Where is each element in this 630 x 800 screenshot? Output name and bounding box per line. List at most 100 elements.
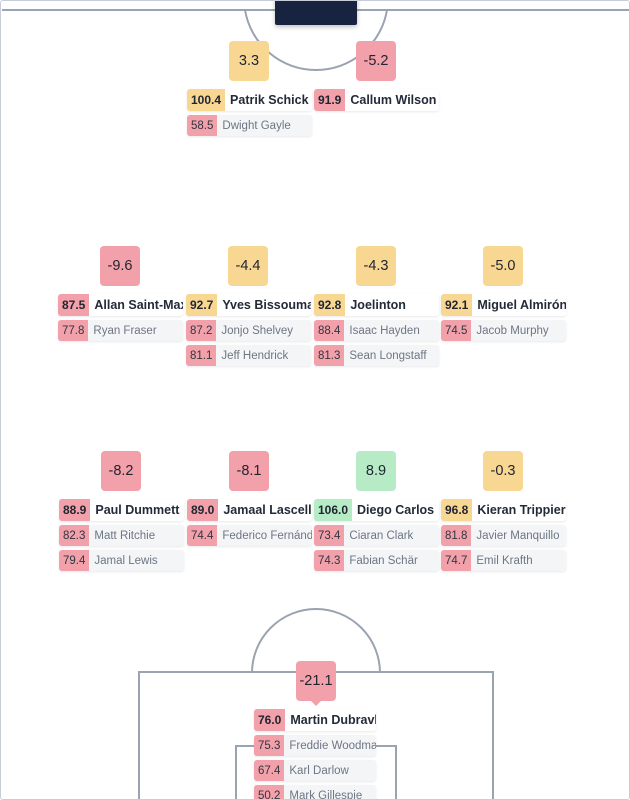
player-group-forward-2: -5.2 91.9 Callum Wilson xyxy=(314,41,439,115)
rating-badge-value: -8.2 xyxy=(108,463,134,479)
substitute-chip[interactable]: 67.4 Karl Darlow xyxy=(254,760,376,781)
player-name: Diego Carlos xyxy=(357,503,435,517)
player-name: Jeff Hendrick xyxy=(221,349,289,362)
starter-chip[interactable]: 92.7 Yves Bissouma xyxy=(186,294,311,316)
player-rating-value: 81.3 xyxy=(314,345,345,366)
lineup-pitch-card: 3.3 100.4 Patrik Schick 58.5 Dwight Gayl… xyxy=(0,0,630,800)
player-rating-value: 79.4 xyxy=(59,550,90,571)
substitute-chip[interactable]: 74.5 Jacob Murphy xyxy=(441,320,566,341)
substitute-chip[interactable]: 81.1 Jeff Hendrick xyxy=(186,345,311,366)
player-rating-value: 81.8 xyxy=(441,525,472,546)
player-name: Javier Manquillo xyxy=(476,529,560,542)
player-rating-value: 92.8 xyxy=(314,294,346,316)
rating-badge[interactable]: 8.9 xyxy=(356,451,396,491)
starter-chip[interactable]: 88.9 Paul Dummett xyxy=(59,499,184,521)
rating-badge-value: 8.9 xyxy=(365,463,387,479)
player-name: Karl Darlow xyxy=(289,764,349,777)
player-rating-value: 77.8 xyxy=(58,320,89,341)
player-rating-value: 100.4 xyxy=(187,89,226,111)
player-rating-value: 81.1 xyxy=(186,345,217,366)
player-rating-value: 74.7 xyxy=(441,550,472,571)
player-group-defence-2: -8.1 89.0 Jamaal Lascelles 74.4 Federico… xyxy=(187,451,312,550)
starter-chip[interactable]: 92.1 Miguel Almirón xyxy=(441,294,566,316)
player-rating-value: 106.0 xyxy=(314,499,353,521)
player-group-midfield-2: -4.4 92.7 Yves Bissouma 87.2 Jonjo Shelv… xyxy=(186,246,311,370)
player-group-midfield-1: -9.6 87.5 Allan Saint-Maximin 77.8 Ryan … xyxy=(58,246,183,345)
rating-badge[interactable]: -5.0 xyxy=(483,246,523,286)
player-name: Jamal Lewis xyxy=(94,554,158,567)
rating-badge[interactable]: -21.1 xyxy=(296,661,336,706)
substitute-chip[interactable]: 87.2 Jonjo Shelvey xyxy=(186,320,311,341)
player-name: Jonjo Shelvey xyxy=(221,324,293,337)
substitute-chip[interactable]: 75.3 Freddie Woodman xyxy=(254,735,376,756)
rating-badge[interactable]: -9.6 xyxy=(100,246,140,286)
player-rating-value: 75.3 xyxy=(254,735,285,756)
player-name: Jacob Murphy xyxy=(476,324,549,337)
player-group-midfield-3: -4.3 92.8 Joelinton 88.4 Isaac Hayden 81… xyxy=(314,246,439,370)
player-name: Allan Saint-Maximin xyxy=(94,298,183,312)
player-name: Dwight Gayle xyxy=(222,119,291,132)
rating-badge-value: -0.3 xyxy=(490,463,516,479)
player-name: Ryan Fraser xyxy=(93,324,157,337)
rating-badge-value: -5.0 xyxy=(490,258,516,274)
starter-chip[interactable]: 106.0 Diego Carlos xyxy=(314,499,439,521)
substitute-chip[interactable]: 81.8 Javier Manquillo xyxy=(441,525,566,546)
badge-pointer-icon xyxy=(310,700,322,706)
player-name: Jamaal Lascelles xyxy=(223,503,312,517)
substitute-chip[interactable]: 73.4 Ciaran Clark xyxy=(314,525,439,546)
substitute-chip[interactable]: 77.8 Ryan Fraser xyxy=(58,320,183,341)
starter-chip[interactable]: 91.9 Callum Wilson xyxy=(314,89,439,111)
player-rating-value: 74.3 xyxy=(314,550,345,571)
player-name: Isaac Hayden xyxy=(349,324,420,337)
starter-chip[interactable]: 96.8 Kieran Trippier xyxy=(441,499,566,521)
player-group-midfield-4: -5.0 92.1 Miguel Almirón 74.5 Jacob Murp… xyxy=(441,246,566,345)
player-rating-value: 73.4 xyxy=(314,525,345,546)
player-name: Freddie Woodman xyxy=(289,739,376,752)
player-name: Federico Fernández xyxy=(222,529,312,542)
rating-badge-value: 3.3 xyxy=(238,53,260,69)
starter-chip[interactable]: 92.8 Joelinton xyxy=(314,294,439,316)
substitute-chip[interactable]: 81.3 Sean Longstaff xyxy=(314,345,439,366)
player-group-defence-3: 8.9 106.0 Diego Carlos 73.4 Ciaran Clark… xyxy=(314,451,439,575)
player-rating-value: 74.5 xyxy=(441,320,472,341)
player-name: Martin Dubravka xyxy=(290,713,376,727)
player-rating-value: 96.8 xyxy=(441,499,473,521)
player-name: Emil Krafth xyxy=(476,554,533,567)
rating-badge-value: -5.2 xyxy=(363,53,389,69)
player-group-forward-1: 3.3 100.4 Patrik Schick 58.5 Dwight Gayl… xyxy=(187,41,312,140)
starter-chip[interactable]: 100.4 Patrik Schick xyxy=(187,89,312,111)
rating-badge[interactable]: -0.3 xyxy=(483,451,523,491)
player-rating-value: 74.4 xyxy=(187,525,218,546)
player-name: Yves Bissouma xyxy=(222,298,311,312)
player-rating-value: 91.9 xyxy=(314,89,346,111)
player-rating-value: 89.0 xyxy=(187,499,219,521)
player-rating-value: 76.0 xyxy=(254,709,286,731)
starter-chip[interactable]: 87.5 Allan Saint-Maximin xyxy=(58,294,183,316)
substitute-chip[interactable]: 79.4 Jamal Lewis xyxy=(59,550,184,571)
player-name: Miguel Almirón xyxy=(477,298,566,312)
player-name: Kieran Trippier xyxy=(477,503,566,517)
player-group-goalkeeper: -21.1 76.0 Martin Dubravka 75.3 Freddie … xyxy=(254,661,376,799)
substitute-chip[interactable]: 50.2 Mark Gillespie xyxy=(254,785,376,799)
player-rating-value: 92.1 xyxy=(441,294,473,316)
substitute-chip[interactable]: 58.5 Dwight Gayle xyxy=(187,115,312,136)
rating-badge[interactable]: 3.3 xyxy=(229,41,269,81)
player-name: Callum Wilson xyxy=(350,93,437,107)
player-name: Matt Ritchie xyxy=(94,529,156,542)
substitute-chip[interactable]: 88.4 Isaac Hayden xyxy=(314,320,439,341)
rating-badge[interactable]: -4.4 xyxy=(228,246,268,286)
rating-badge[interactable]: -8.2 xyxy=(101,451,141,491)
starter-chip[interactable]: 89.0 Jamaal Lascelles xyxy=(187,499,312,521)
substitute-chip[interactable]: 74.4 Federico Fernández xyxy=(187,525,312,546)
substitute-chip[interactable]: 82.3 Matt Ritchie xyxy=(59,525,184,546)
rating-badge[interactable]: -8.1 xyxy=(229,451,269,491)
starter-chip[interactable]: 76.0 Martin Dubravka xyxy=(254,709,376,731)
rating-badge[interactable]: -5.2 xyxy=(356,41,396,81)
player-name: Fabian Schär xyxy=(349,554,418,567)
substitute-chip[interactable]: 74.7 Emil Krafth xyxy=(441,550,566,571)
substitute-chip[interactable]: 74.3 Fabian Schär xyxy=(314,550,439,571)
rating-badge-value: -9.6 xyxy=(107,258,133,274)
player-rating-value: 87.5 xyxy=(58,294,90,316)
player-name: Paul Dummett xyxy=(95,503,180,517)
rating-badge[interactable]: -4.3 xyxy=(356,246,396,286)
